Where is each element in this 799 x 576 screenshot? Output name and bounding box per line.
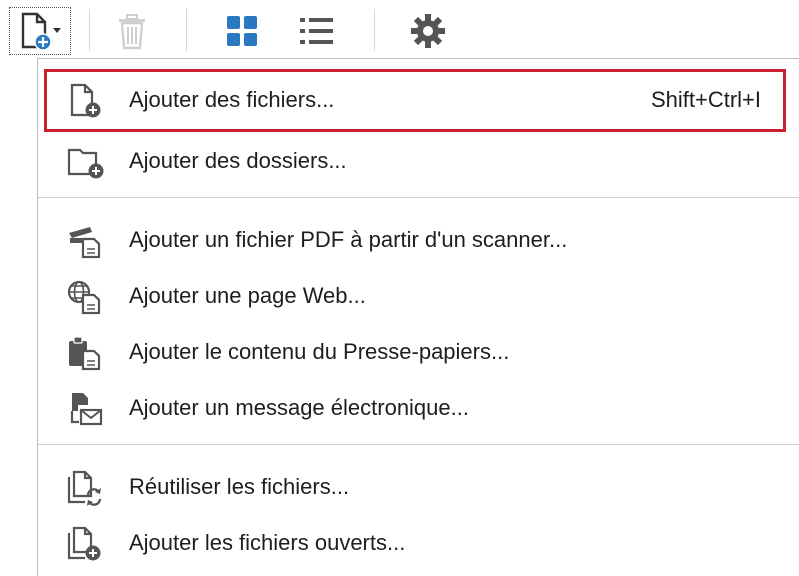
list-icon [300, 18, 333, 44]
delete-button[interactable] [108, 8, 156, 54]
grid-icon [227, 16, 257, 46]
document-add-icon [21, 12, 61, 51]
add-files-menu: Ajouter des fichiers... Shift+Ctrl+I Ajo… [37, 58, 799, 576]
menu-item-label: Ajouter des dossiers... [129, 148, 347, 173]
web-page-icon [67, 280, 101, 315]
menu-item-add-clipboard[interactable]: Ajouter le contenu du Presse-papiers... [38, 327, 799, 377]
list-view-button[interactable] [292, 8, 342, 54]
open-files-icon [67, 526, 101, 561]
trash-icon [119, 14, 145, 50]
menu-item-add-from-scanner[interactable]: Ajouter un fichier PDF à partir d'un sca… [38, 215, 799, 265]
chevron-down-icon [53, 28, 61, 33]
reuse-files-icon [67, 470, 102, 506]
menu-item-add-email[interactable]: Ajouter un message électronique... [38, 383, 799, 433]
email-icon [70, 393, 103, 426]
add-files-dropdown-button[interactable] [9, 7, 71, 55]
toolbar-separator [89, 9, 90, 51]
menu-item-label: Ajouter le contenu du Presse-papiers... [129, 339, 510, 364]
menu-item-add-web-page[interactable]: Ajouter une page Web... [38, 271, 799, 321]
menu-separator [38, 444, 799, 445]
menu-item-label: Ajouter un message électronique... [129, 395, 469, 420]
menu-item-label: Ajouter un fichier PDF à partir d'un sca… [129, 227, 568, 252]
toolbar [0, 0, 799, 58]
toolbar-separator [186, 9, 187, 51]
menu-item-label: Réutiliser les fichiers... [129, 474, 350, 499]
menu-item-add-files[interactable]: Ajouter des fichiers... Shift+Ctrl+I [44, 69, 786, 132]
menu-item-shortcut: Shift+Ctrl+I [650, 87, 761, 112]
clipboard-icon [69, 336, 101, 371]
menu-item-add-folders[interactable]: Ajouter des dossiers... [38, 136, 799, 186]
menu-item-label: Ajouter les fichiers ouverts... [129, 530, 406, 555]
thumbnail-view-button[interactable] [218, 8, 266, 54]
settings-button[interactable] [404, 8, 452, 54]
add-folder-icon [67, 148, 104, 179]
toolbar-separator [374, 9, 375, 51]
menu-item-reuse-files[interactable]: Réutiliser les fichiers... [38, 462, 799, 512]
gear-icon [411, 14, 445, 48]
scanner-icon [69, 227, 101, 259]
menu-separator [38, 197, 799, 198]
add-file-icon [70, 83, 101, 118]
menu-item-label: Ajouter une page Web... [129, 283, 366, 308]
menu-item-add-open-files[interactable]: Ajouter les fichiers ouverts... [38, 518, 799, 568]
menu-item-label: Ajouter des fichiers... [129, 87, 335, 112]
